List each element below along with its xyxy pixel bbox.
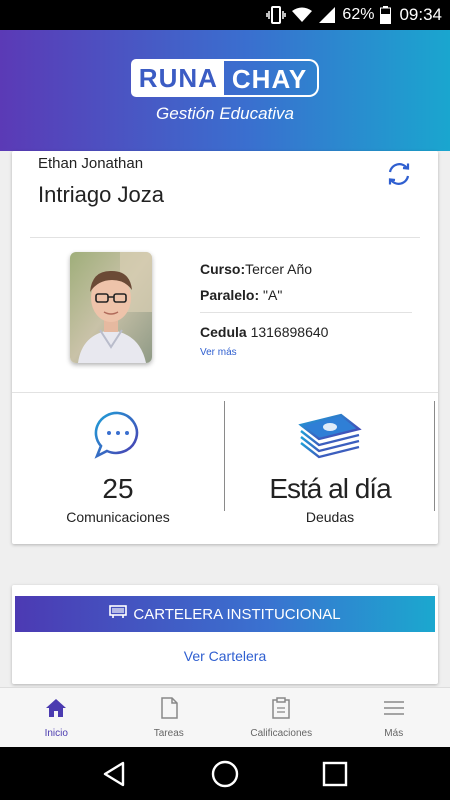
- status-bar: 62% 09:34: [0, 0, 450, 30]
- student-first-name: Ethan Jonathan: [38, 155, 144, 172]
- paralelo-label: Paralelo:: [200, 287, 260, 303]
- divider: [200, 312, 412, 313]
- curso-label: Curso:: [200, 261, 246, 277]
- paralelo-line: Paralelo: "A": [200, 282, 412, 308]
- battery-icon: [380, 6, 392, 24]
- system-nav-bar: [0, 747, 450, 800]
- vibrate-icon: [266, 6, 287, 24]
- cartelera-banner: CARTELERA INSTITUCIONAL: [15, 596, 435, 632]
- app-subtitle: Gestión Educativa: [156, 103, 294, 123]
- divider: [12, 392, 438, 393]
- comunicaciones-label: Comunicaciones: [66, 509, 170, 525]
- paralelo-value: "A": [259, 287, 283, 303]
- deudas-stat[interactable]: Está al día Deudas: [224, 399, 436, 529]
- nav-label: Inicio: [44, 728, 68, 739]
- nav-label: Más: [384, 728, 404, 739]
- nav-tareas[interactable]: Tareas: [113, 688, 226, 747]
- refresh-icon[interactable]: [384, 159, 414, 189]
- app-logo: RUNA CHAY: [130, 58, 320, 98]
- billboard-icon: [109, 605, 128, 623]
- nav-inicio[interactable]: Inicio: [0, 688, 113, 747]
- curso-value: Tercer Año: [245, 261, 313, 277]
- logo-runa: RUNA: [130, 58, 224, 97]
- home-icon: [45, 696, 67, 720]
- nav-label: Calificaciones: [250, 728, 313, 739]
- signal-icon: [318, 7, 336, 23]
- student-info: Curso:Tercer Año Paralelo: "A" Cedula 13…: [200, 256, 412, 358]
- curso-line: Curso:Tercer Año: [200, 256, 412, 282]
- student-last-name: Intriago Joza: [38, 182, 164, 207]
- document-icon: [160, 696, 178, 720]
- nav-mas[interactable]: Más: [338, 688, 450, 747]
- cedula-label: Cedula: [200, 324, 247, 340]
- battery-percent: 62%: [342, 6, 375, 23]
- chat-bubble-icon: [12, 405, 224, 465]
- clock: 09:34: [399, 5, 442, 24]
- app-header: RUNA CHAY Gestión Educativa: [0, 30, 450, 151]
- cartelera-card: CARTELERA INSTITUCIONAL Ver Cartelera: [12, 585, 438, 684]
- nav-label: Tareas: [153, 728, 184, 739]
- ver-cartelera-link[interactable]: Ver Cartelera: [12, 648, 438, 664]
- cedula-line: Cedula 1316898640: [200, 319, 412, 345]
- cedula-value: 1316898640: [246, 324, 329, 340]
- deudas-status: Está al día: [269, 473, 391, 504]
- recents-icon[interactable]: [315, 754, 355, 794]
- student-photo: [70, 252, 152, 363]
- student-profile-card: Ethan Jonathan Intriago Joza Curso:Terce…: [12, 151, 438, 544]
- ver-mas-link[interactable]: Ver más: [200, 347, 412, 358]
- bottom-nav: Inicio Tareas Calificaciones Más: [0, 687, 450, 747]
- comunicaciones-stat[interactable]: 25 Comunicaciones: [12, 399, 224, 529]
- logo-chay: CHAY: [223, 58, 320, 97]
- back-icon[interactable]: [95, 754, 135, 794]
- clipboard-icon: [272, 696, 290, 720]
- nav-calificaciones[interactable]: Calificaciones: [225, 688, 338, 747]
- app-screen: 62% 09:34 RUNA CHAY Gestión Educativa Et…: [0, 0, 450, 800]
- wifi-icon: [292, 7, 313, 23]
- menu-icon: [383, 696, 405, 720]
- money-stack-icon: [224, 405, 436, 465]
- home-circle-icon[interactable]: [205, 754, 245, 794]
- comunicaciones-count: 25: [102, 473, 134, 504]
- cartelera-title: CARTELERA INSTITUCIONAL: [133, 605, 341, 623]
- deudas-label: Deudas: [305, 509, 355, 525]
- divider: [30, 237, 420, 238]
